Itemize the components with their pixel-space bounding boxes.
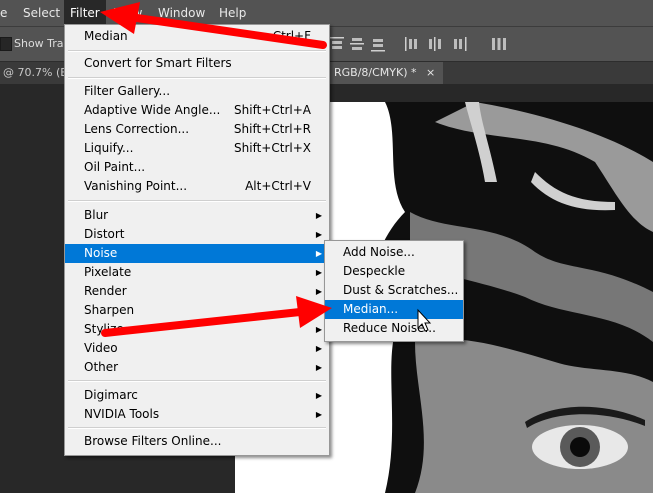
menu-item-add-noise[interactable]: Add Noise... xyxy=(325,243,463,262)
filter-menu: Median Ctrl+F Convert for Smart Filters … xyxy=(64,24,330,456)
submenu-arrow-icon: ▶ xyxy=(315,344,322,353)
menu-item-label: Lens Correction... xyxy=(84,122,190,136)
menu-item-label: Distort xyxy=(84,227,125,241)
menu-item-shortcut: Shift+Ctrl+A xyxy=(234,103,311,117)
menu-filter[interactable]: Filter xyxy=(64,0,106,26)
menu-item-browse-filters-online[interactable]: Browse Filters Online... xyxy=(65,432,329,451)
submenu-arrow-icon: ▶ xyxy=(315,211,322,220)
submenu-arrow-icon: ▶ xyxy=(315,325,322,334)
submenu-arrow-icon: ▶ xyxy=(315,230,322,239)
menu-item-video[interactable]: Video ▶ xyxy=(65,339,329,358)
align-top-icon[interactable] xyxy=(328,35,346,53)
align-right-icon[interactable] xyxy=(450,35,468,53)
menu-item-label: Dust & Scratches... xyxy=(343,283,459,297)
menu-item-noise[interactable]: Noise ▶ xyxy=(65,244,329,263)
menu-item-reduce-noise[interactable]: Reduce Noise... xyxy=(325,319,463,338)
menu-item-label: Add Noise... xyxy=(343,245,415,259)
menu-item-oil-paint[interactable]: Oil Paint... xyxy=(65,158,329,177)
noise-submenu: Add Noise... Despeckle Dust & Scratches.… xyxy=(324,240,464,342)
menu-item-label: Reduce Noise... xyxy=(343,321,436,335)
submenu-arrow-icon: ▶ xyxy=(315,363,322,372)
menu-item-other[interactable]: Other ▶ xyxy=(65,358,329,377)
menu-item-nvidia-tools[interactable]: NVIDIA Tools ▶ xyxy=(65,405,329,424)
menu-item-label: Digimarc xyxy=(84,388,138,402)
align-vertical-center-icon[interactable] xyxy=(348,35,366,53)
menu-item-blur[interactable]: Blur ▶ xyxy=(65,206,329,225)
menu-item-label: Other xyxy=(84,360,119,374)
menu-item-label: Convert for Smart Filters xyxy=(84,56,232,70)
menu-item-label: Video xyxy=(84,341,118,355)
menu-separator xyxy=(68,50,326,52)
submenu-arrow-icon: ▶ xyxy=(315,306,322,315)
menu-item-convert-smart-filters[interactable]: Convert for Smart Filters xyxy=(65,54,329,73)
submenu-arrow-icon: ▶ xyxy=(315,268,322,277)
distribute-icon[interactable] xyxy=(490,35,508,53)
menu-item-label: Vanishing Point... xyxy=(84,179,188,193)
menu-item-label: Filter Gallery... xyxy=(84,84,171,98)
menu-view[interactable]: View xyxy=(108,0,148,26)
align-horizontal-center-icon[interactable] xyxy=(426,35,444,53)
close-tab-icon[interactable]: × xyxy=(426,66,435,79)
menu-separator xyxy=(68,77,326,79)
align-left-icon[interactable] xyxy=(403,35,421,53)
submenu-arrow-icon: ▶ xyxy=(315,410,322,419)
menu-window[interactable]: Window xyxy=(152,0,211,26)
submenu-arrow-icon: ▶ xyxy=(315,287,322,296)
submenu-arrow-icon: ▶ xyxy=(315,391,322,400)
menu-item-lens-correction[interactable]: Lens Correction... Shift+Ctrl+R xyxy=(65,120,329,139)
menu-item-render[interactable]: Render ▶ xyxy=(65,282,329,301)
menu-item-label: Blur xyxy=(84,208,109,222)
align-bottom-icon[interactable] xyxy=(369,35,387,53)
menu-item-label: Despeckle xyxy=(343,264,406,278)
menu-item-label: Pixelate xyxy=(84,265,132,279)
menu-separator xyxy=(68,200,326,202)
menu-item-label: NVIDIA Tools xyxy=(84,407,160,421)
menu-item-liquify[interactable]: Liquify... Shift+Ctrl+X xyxy=(65,139,329,158)
menu-image-partial[interactable]: e xyxy=(0,0,13,26)
menu-item-label: Adaptive Wide Angle... xyxy=(84,103,221,117)
menu-select[interactable]: Select xyxy=(17,0,66,26)
document-tab-active[interactable]: RGB/8/CMYK) * × xyxy=(326,62,444,84)
menu-item-median[interactable]: Median... xyxy=(325,300,463,319)
menu-item-label: Median xyxy=(84,29,128,43)
menu-item-vanishing-point[interactable]: Vanishing Point... Alt+Ctrl+V xyxy=(65,177,329,196)
menu-item-label: Sharpen xyxy=(84,303,135,317)
document-tab-label: RGB/8/CMYK) * xyxy=(334,66,417,79)
menu-item-label: Liquify... xyxy=(84,141,134,155)
submenu-arrow-icon: ▶ xyxy=(315,249,322,258)
menu-item-label: Oil Paint... xyxy=(84,160,146,174)
menu-separator xyxy=(68,380,326,382)
menu-item-label: Render xyxy=(84,284,127,298)
show-transform-checkbox[interactable] xyxy=(0,37,12,51)
menu-item-shortcut: Ctrl+F xyxy=(272,29,311,43)
menu-item-last-filter[interactable]: Median Ctrl+F xyxy=(65,27,329,46)
menu-item-shortcut: Shift+Ctrl+X xyxy=(234,141,311,155)
menu-item-filter-gallery[interactable]: Filter Gallery... xyxy=(65,82,329,101)
menu-item-pixelate[interactable]: Pixelate ▶ xyxy=(65,263,329,282)
menu-item-stylize[interactable]: Stylize ▶ xyxy=(65,320,329,339)
menu-item-distort[interactable]: Distort ▶ xyxy=(65,225,329,244)
menu-item-shortcut: Shift+Ctrl+R xyxy=(233,122,311,136)
menu-separator xyxy=(68,427,326,429)
menu-item-despeckle[interactable]: Despeckle xyxy=(325,262,463,281)
menu-item-label: Noise xyxy=(84,246,118,260)
menu-item-shortcut: Alt+Ctrl+V xyxy=(245,179,311,193)
menu-item-sharpen[interactable]: Sharpen ▶ xyxy=(65,301,329,320)
menu-item-adaptive-wide-angle[interactable]: Adaptive Wide Angle... Shift+Ctrl+A xyxy=(65,101,329,120)
menu-bar: e Select Filter View Window Help xyxy=(0,0,653,27)
menu-item-label: Stylize xyxy=(84,322,124,336)
menu-item-label: Browse Filters Online... xyxy=(84,434,222,448)
menu-item-digimarc[interactable]: Digimarc ▶ xyxy=(65,386,329,405)
menu-item-dust-scratches[interactable]: Dust & Scratches... xyxy=(325,281,463,300)
menu-help[interactable]: Help xyxy=(213,0,252,26)
menu-item-label: Median... xyxy=(343,302,399,316)
